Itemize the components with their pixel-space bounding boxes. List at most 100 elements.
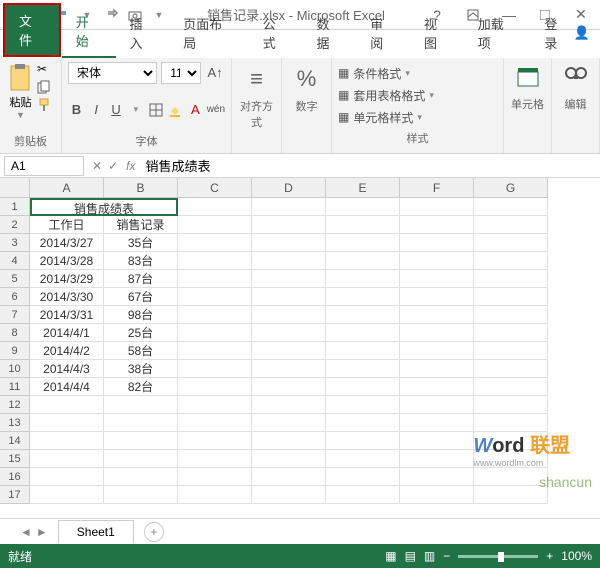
italic-button[interactable]: I: [88, 100, 105, 120]
cell[interactable]: [400, 486, 474, 504]
cell[interactable]: [30, 468, 104, 486]
cell[interactable]: 25台: [104, 324, 178, 342]
cell[interactable]: [326, 468, 400, 486]
cell[interactable]: [474, 360, 548, 378]
cell[interactable]: 35台: [104, 234, 178, 252]
row-header[interactable]: 17: [0, 486, 30, 504]
cell[interactable]: 工作日: [30, 216, 104, 234]
sheet-next-icon[interactable]: ►: [36, 525, 48, 539]
tab-login[interactable]: 登录👤: [530, 8, 600, 58]
cell[interactable]: [326, 216, 400, 234]
cell[interactable]: [178, 432, 252, 450]
cell[interactable]: [474, 324, 548, 342]
cell[interactable]: [30, 432, 104, 450]
cell[interactable]: 58台: [104, 342, 178, 360]
column-header[interactable]: A: [30, 178, 104, 198]
cell[interactable]: [400, 342, 474, 360]
cell[interactable]: [252, 468, 326, 486]
cell[interactable]: 38台: [104, 360, 178, 378]
cell[interactable]: [252, 342, 326, 360]
cell[interactable]: [104, 486, 178, 504]
bold-button[interactable]: B: [68, 100, 85, 120]
row-header[interactable]: 14: [0, 432, 30, 450]
row-header[interactable]: 7: [0, 306, 30, 324]
cell[interactable]: [400, 324, 474, 342]
zoom-out-icon[interactable]: −: [443, 549, 450, 563]
tab-insert[interactable]: 插入: [116, 8, 170, 58]
cell[interactable]: 98台: [104, 306, 178, 324]
cell[interactable]: [400, 234, 474, 252]
confirm-formula-icon[interactable]: ✓: [108, 159, 118, 173]
name-box[interactable]: [4, 156, 84, 176]
cell[interactable]: [252, 486, 326, 504]
cell[interactable]: [30, 450, 104, 468]
number-format-icon[interactable]: %: [297, 66, 317, 92]
sheet-prev-icon[interactable]: ◄: [20, 525, 32, 539]
row-header[interactable]: 10: [0, 360, 30, 378]
zoom-in-icon[interactable]: +: [546, 549, 553, 563]
copy-icon[interactable]: [37, 80, 55, 96]
cell[interactable]: [326, 324, 400, 342]
cell[interactable]: [400, 198, 474, 216]
cell[interactable]: [178, 270, 252, 288]
cell[interactable]: [178, 396, 252, 414]
cell[interactable]: [400, 216, 474, 234]
tab-formula[interactable]: 公式: [249, 8, 303, 58]
spreadsheet-grid[interactable]: ABCDEFG 1234567891011121314151617 销售成绩表工…: [0, 178, 600, 518]
column-header[interactable]: C: [178, 178, 252, 198]
cell[interactable]: [400, 468, 474, 486]
border-icon[interactable]: [147, 100, 164, 120]
cell[interactable]: [104, 432, 178, 450]
cell[interactable]: [252, 288, 326, 306]
cell[interactable]: [326, 270, 400, 288]
cell[interactable]: [326, 288, 400, 306]
sheet-tab-1[interactable]: Sheet1: [58, 520, 134, 543]
cell[interactable]: 销售记录: [104, 216, 178, 234]
cell[interactable]: [30, 486, 104, 504]
cell[interactable]: [252, 378, 326, 396]
cell[interactable]: [252, 396, 326, 414]
cell[interactable]: [178, 324, 252, 342]
underline-dropdown[interactable]: ▾: [127, 100, 144, 120]
row-header[interactable]: 4: [0, 252, 30, 270]
cell[interactable]: [326, 396, 400, 414]
cell[interactable]: [326, 378, 400, 396]
tab-data[interactable]: 数据: [302, 8, 356, 58]
tab-review[interactable]: 审阅: [356, 8, 410, 58]
row-header[interactable]: 9: [0, 342, 30, 360]
cell[interactable]: [104, 396, 178, 414]
cell[interactable]: [474, 198, 548, 216]
cell[interactable]: [252, 270, 326, 288]
cell[interactable]: [252, 450, 326, 468]
formula-bar[interactable]: [141, 156, 600, 176]
cell[interactable]: 2014/4/2: [30, 342, 104, 360]
tab-file[interactable]: 文件: [3, 3, 61, 57]
cell[interactable]: [474, 342, 548, 360]
cell[interactable]: [178, 234, 252, 252]
cell[interactable]: [474, 396, 548, 414]
row-header[interactable]: 11: [0, 378, 30, 396]
cell[interactable]: 2014/4/4: [30, 378, 104, 396]
cell[interactable]: [400, 414, 474, 432]
cancel-formula-icon[interactable]: ✕: [92, 159, 102, 173]
add-sheet-button[interactable]: +: [144, 522, 164, 542]
view-page-icon[interactable]: ▤: [405, 549, 416, 563]
row-header[interactable]: 16: [0, 468, 30, 486]
zoom-level[interactable]: 100%: [561, 549, 592, 563]
cell[interactable]: 2014/3/29: [30, 270, 104, 288]
cell[interactable]: [178, 450, 252, 468]
row-header[interactable]: 5: [0, 270, 30, 288]
paste-button[interactable]: 粘贴 ▼: [6, 62, 35, 131]
tab-layout[interactable]: 页面布局: [169, 8, 248, 58]
conditional-format-button[interactable]: ▦条件格式▾: [338, 62, 497, 84]
cell-styles-button[interactable]: ▦单元格样式▾: [338, 106, 497, 128]
cell[interactable]: [326, 234, 400, 252]
cell[interactable]: [326, 450, 400, 468]
cut-icon[interactable]: ✂: [37, 62, 55, 78]
cell[interactable]: [104, 468, 178, 486]
cell[interactable]: 82台: [104, 378, 178, 396]
cell[interactable]: [326, 432, 400, 450]
cell[interactable]: [252, 198, 326, 216]
cell[interactable]: [326, 414, 400, 432]
font-size-select[interactable]: 11: [161, 62, 201, 84]
